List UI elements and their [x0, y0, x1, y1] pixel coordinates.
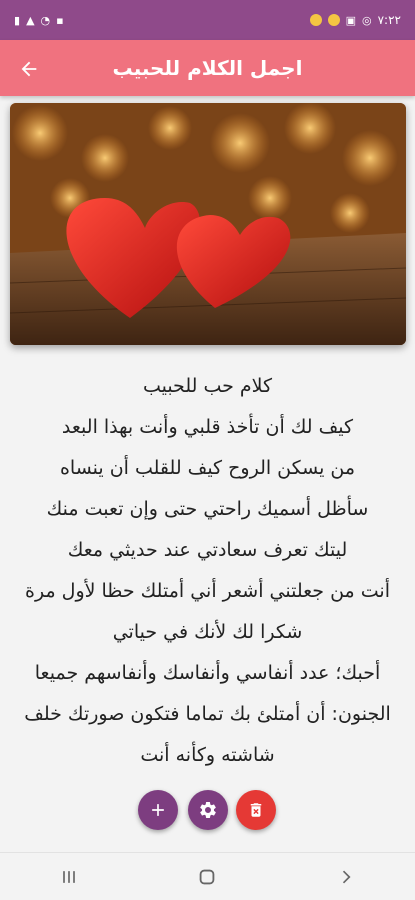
delete-button[interactable]: [236, 790, 276, 830]
content-line: كيف لك أن تأخذ قلبي وأنت بهذا البعد: [61, 416, 354, 438]
status-bar: ▮ ▲ ◔ ▪ ▣ ◎ ٧:٢٢: [0, 0, 415, 40]
home-button[interactable]: [177, 857, 237, 897]
battery-icon: ▮: [14, 13, 21, 27]
page-title: اجمل الكلام للحبيب: [112, 56, 303, 80]
status-time: ٧:٢٢: [377, 13, 401, 27]
content-line: سأظل أسميك راحتي حتى وإن تعبت منك: [46, 498, 369, 520]
recents-button[interactable]: [39, 857, 99, 897]
gear-icon: [200, 802, 216, 818]
system-nav-bar: [0, 852, 415, 900]
signal-icon: ▲: [26, 13, 35, 27]
app-bar: اجمل الكلام للحبيب: [0, 40, 415, 96]
settings-button[interactable]: [188, 790, 228, 830]
trash-icon: [250, 803, 262, 817]
content-line: ليتك تعرف سعادتي عند حديثي معك: [67, 539, 348, 561]
status-right: ▣ ◎ ٧:٢٢: [309, 13, 401, 27]
hero-image: [10, 103, 406, 345]
back-button[interactable]: [12, 52, 46, 86]
content-line: الجنون: أن أمتلئ بك تماما فتكون صورتك خل…: [24, 703, 391, 766]
sync-icon: ◎: [362, 13, 372, 27]
nfc-icon: ▪: [56, 13, 64, 27]
hearts-image: [10, 103, 406, 345]
chevron-right-icon: [342, 870, 351, 883]
recents-icon: [63, 870, 75, 883]
plus-icon: [152, 804, 164, 816]
content-line: كلام حب للحبيب: [142, 375, 273, 397]
gallery-icon: ▣: [345, 13, 356, 27]
content-line: من يسكن الروح كيف للقلب أن ينساه: [59, 457, 356, 479]
content-line: أحبك؛ عدد أنفاسي وأنفاسك وأنفاسهم جميعا: [34, 662, 381, 684]
content-line: أنت من جعلتني أشعر أني أمتلك حظا لأول مر…: [25, 580, 390, 602]
back-nav-button[interactable]: [316, 857, 376, 897]
notification-dot-icon: [327, 14, 340, 26]
arrow-left-icon: [21, 61, 37, 77]
content-line: شكرا لك لأنك في حياتي: [112, 621, 303, 643]
add-button[interactable]: [138, 790, 178, 830]
content-text: كلام حب للحبيب كيف لك أن تأخذ قلبي وأنت …: [12, 366, 403, 776]
wifi-icon: ◔: [40, 13, 51, 27]
notification-dot-icon: [309, 14, 322, 26]
status-left: ▮ ▲ ◔ ▪: [14, 14, 64, 27]
home-icon: [200, 869, 215, 884]
